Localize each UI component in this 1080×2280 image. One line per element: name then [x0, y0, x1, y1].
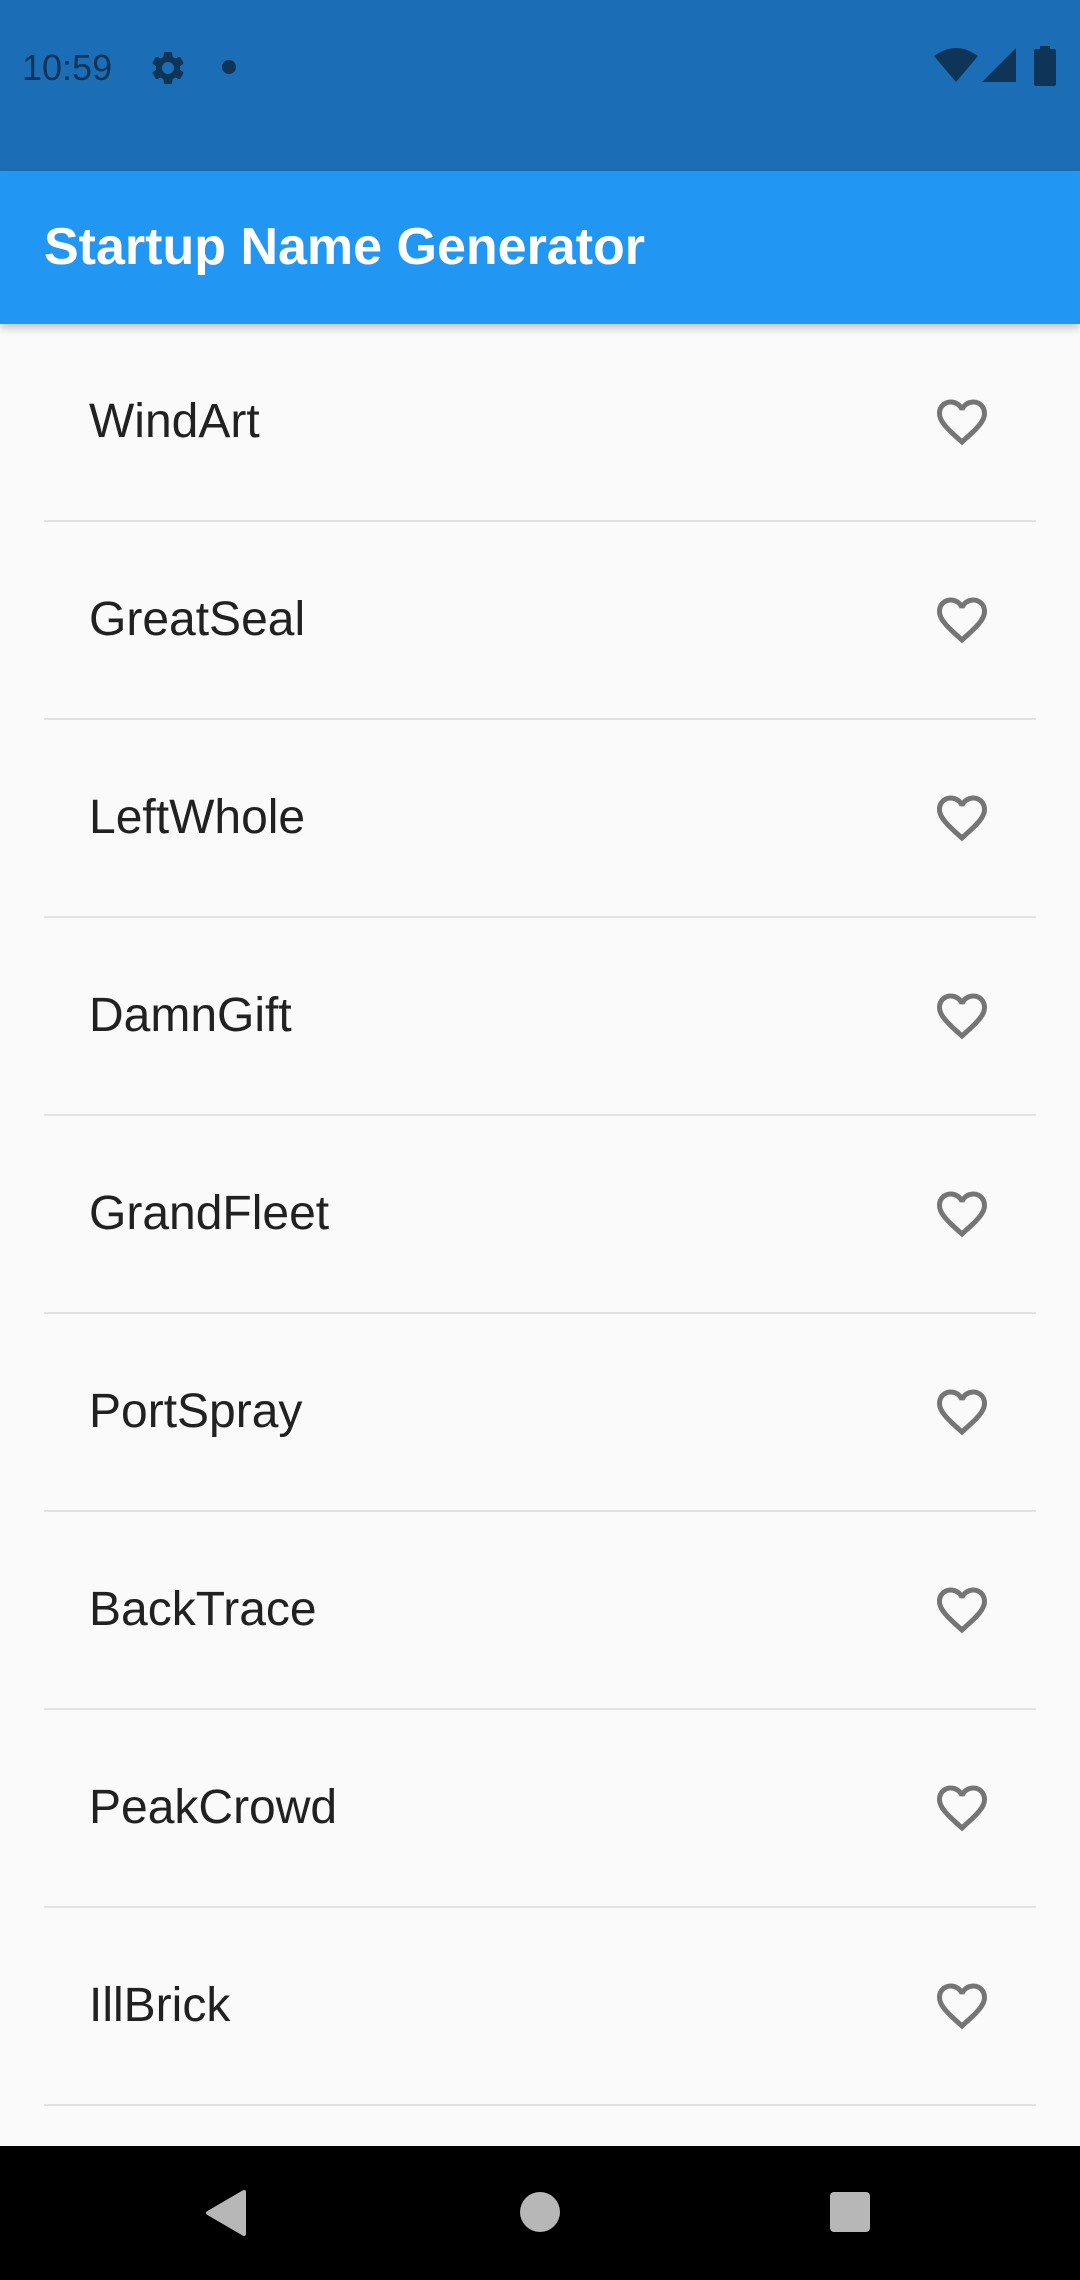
list-item[interactable]: GreatSeal — [44, 522, 1036, 720]
list-item[interactable]: PortSpray — [44, 1314, 1036, 1512]
screen: 10:59 Startup Name Generator WindArt Gre… — [0, 0, 1080, 2280]
back-icon[interactable] — [204, 2190, 248, 2236]
gear-icon — [148, 48, 188, 88]
list-item-label: WindArt — [89, 395, 260, 448]
list-item[interactable]: WindArt — [44, 324, 1036, 522]
list-item[interactable]: PeakCrowd — [44, 1710, 1036, 1908]
heart-outline-icon[interactable] — [932, 1382, 992, 1442]
signal-icon — [982, 48, 1018, 84]
list-item-label: LeftWhole — [89, 791, 306, 844]
battery-icon — [1034, 46, 1056, 86]
list-item[interactable]: GrandFleet — [44, 1116, 1036, 1314]
list-item-label: GrandFleet — [89, 1187, 330, 1240]
heart-outline-icon[interactable] — [932, 986, 992, 1046]
heart-outline-icon[interactable] — [932, 1580, 992, 1640]
heart-outline-icon[interactable] — [932, 1184, 992, 1244]
list-item-label: IllBrick — [89, 1979, 231, 2032]
list-item[interactable]: BackTrace — [44, 1512, 1036, 1710]
heart-outline-icon[interactable] — [932, 1976, 992, 2036]
heart-outline-icon[interactable] — [932, 392, 992, 452]
list-item-label: PortSpray — [89, 1385, 303, 1438]
navigation-bar — [0, 2146, 1080, 2280]
list-item[interactable]: LeftWhole — [44, 720, 1036, 918]
list-item[interactable]: IllBrick — [44, 1908, 1036, 2106]
list-item-label: DamnGift — [89, 989, 292, 1042]
app-title: Startup Name Generator — [44, 218, 646, 276]
startup-name-list[interactable]: WindArt GreatSeal LeftWhole DamnGift Gra… — [0, 324, 1080, 2146]
home-icon[interactable] — [520, 2192, 560, 2232]
notification-dot-icon — [222, 60, 236, 74]
status-time: 10:59 — [22, 47, 113, 88]
app-bar: Startup Name Generator — [0, 171, 1080, 324]
heart-outline-icon[interactable] — [932, 590, 992, 650]
status-bar: 10:59 — [0, 0, 1080, 171]
wifi-icon — [934, 48, 978, 84]
heart-outline-icon[interactable] — [932, 788, 992, 848]
recents-icon[interactable] — [830, 2192, 870, 2232]
list-item[interactable]: DamnGift — [44, 918, 1036, 1116]
list-item-label: BackTrace — [89, 1583, 317, 1636]
list-item-label: PeakCrowd — [89, 1781, 338, 1834]
heart-outline-icon[interactable] — [932, 1778, 992, 1838]
list-item-label: GreatSeal — [89, 593, 306, 646]
